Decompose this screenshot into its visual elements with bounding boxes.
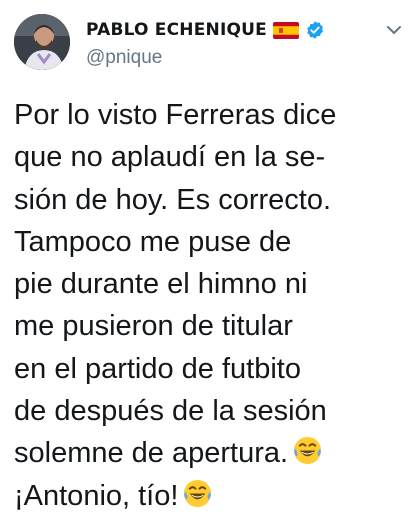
laughing-tears-emoji-icon [292, 435, 323, 466]
tweet-line: ¡Antonio, tío! [14, 479, 179, 512]
tweet-text: Por lo visto Ferreras dice que no aplaud… [14, 94, 406, 517]
tweet-line: Tampoco me puse de [14, 225, 292, 258]
author-handle[interactable]: @pnique [86, 47, 162, 69]
tweet-line: pie durante el himno ni [14, 268, 308, 301]
tweet-line: de después de la sesión [14, 395, 327, 428]
avatar[interactable] [14, 14, 70, 70]
tweet-card: PABLO ECHENIQUE @pnique Por lo visto Fer… [0, 0, 414, 529]
tweet-line-with-emoji: solemne de apertura. [14, 432, 406, 474]
laughing-tears-emoji-icon [182, 478, 213, 509]
tweet-line: solemne de apertura. [14, 437, 289, 470]
tweet-line: que no aplaudí en la se- [14, 141, 326, 174]
author-name[interactable]: PABLO ECHENIQUE [86, 20, 267, 40]
tweet-line: Por lo visto Ferreras dice [14, 99, 337, 131]
tweet-line: sión de hoy. Es correcto. [14, 183, 332, 216]
verified-badge-icon [307, 21, 323, 39]
tweet-line: en el partido de futbito [14, 352, 301, 385]
tweet-line-with-emoji: ¡Antonio, tío! [14, 475, 406, 517]
chevron-down-icon[interactable] [385, 21, 403, 39]
tweet-line: me pusieron de titular [14, 310, 293, 343]
author-name-row: PABLO ECHENIQUE [86, 19, 325, 41]
spain-flag-icon [272, 21, 299, 39]
